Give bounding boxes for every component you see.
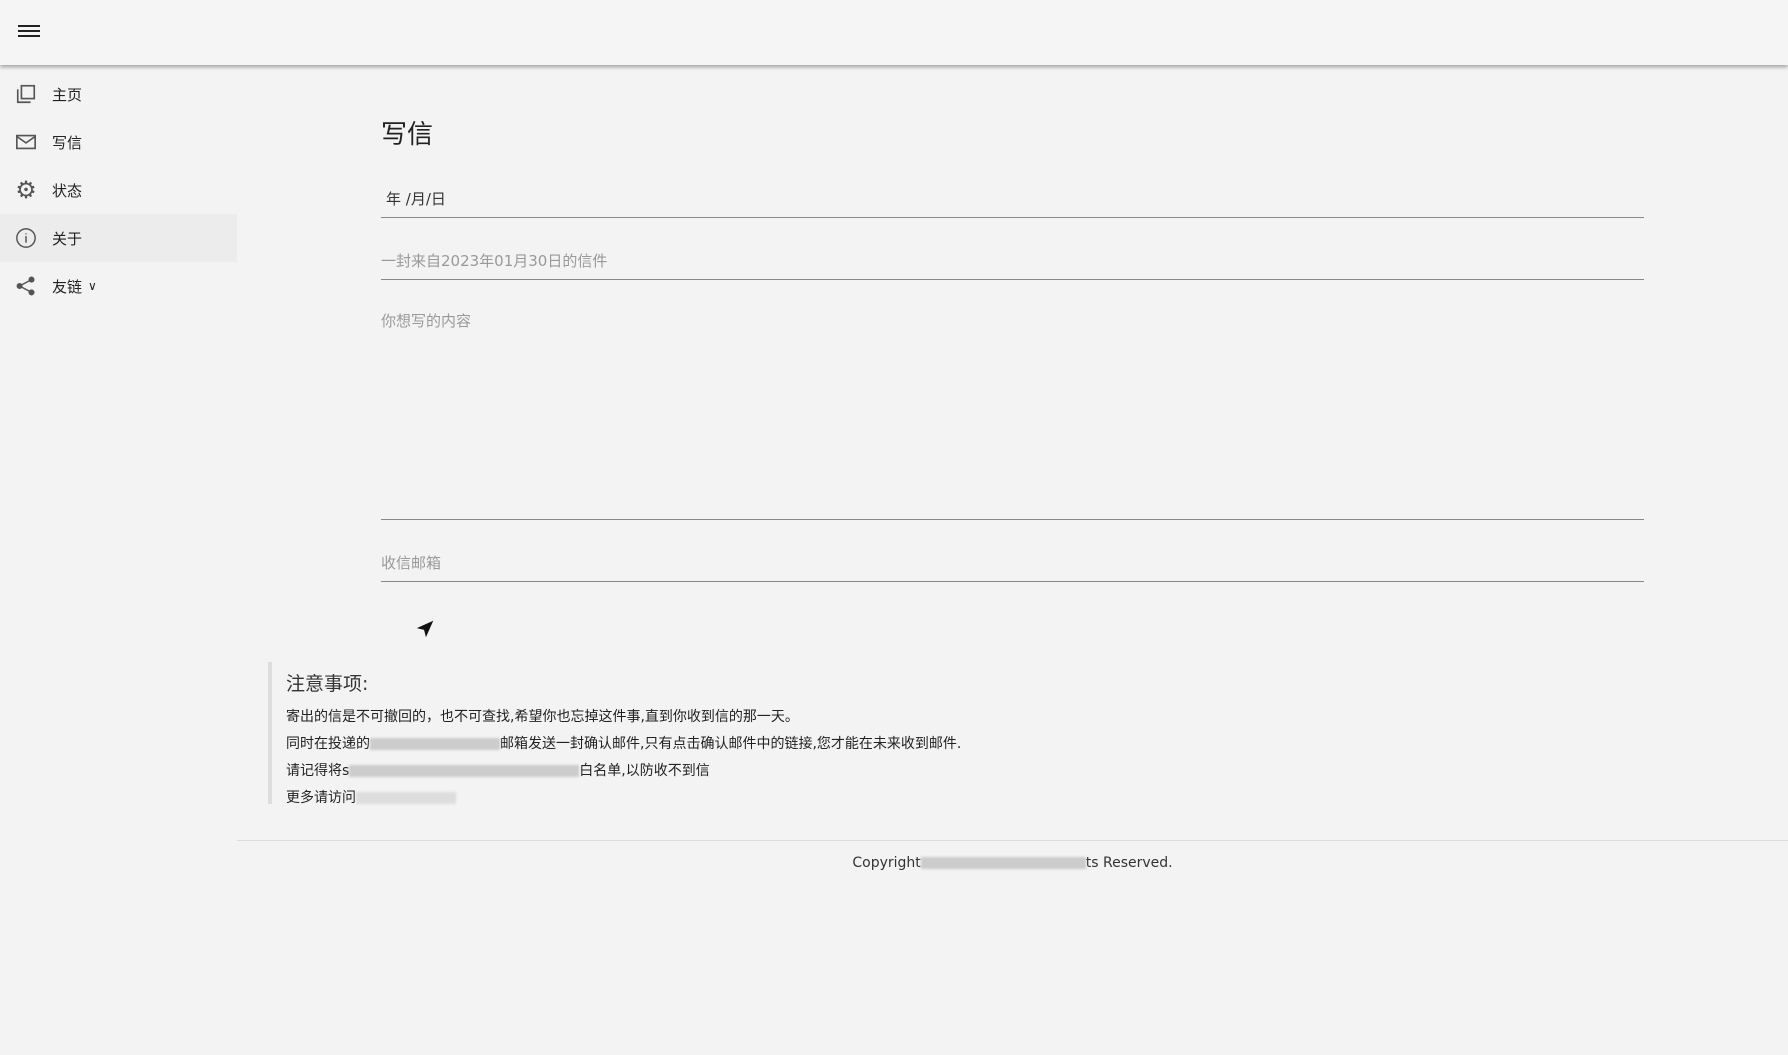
notice-heading: 注意事项: (286, 673, 369, 695)
notice-line: 同时在投递的 邮箱发送一封确认邮件,只有点击确认邮件中的链接,您才能在未来收到邮件… (286, 731, 961, 758)
notice-line: 请记得将s 白名单,以防收不到信 (286, 758, 961, 785)
mail-icon (14, 130, 38, 154)
copyright-text: Copyright (852, 855, 921, 871)
redacted-text (349, 765, 580, 777)
copy-icon (14, 82, 38, 106)
notice-text: 请记得将s (286, 763, 350, 779)
notice-line: 寄出的信是不可撤回的，也不可查找,希望你也忘掉这件事,直到你收到信的那一天。 (286, 709, 799, 725)
copyright-text-end: ts Reserved. (1085, 855, 1173, 871)
notice-text: 更多请访问 (286, 790, 356, 806)
sidebar-item-status[interactable]: ⚙ 状态 (0, 166, 237, 214)
sidebar-item-label: 关于 (52, 229, 83, 248)
share-icon (14, 274, 38, 298)
info-icon (14, 226, 38, 250)
notice-text: 同时在投递的 (286, 736, 370, 752)
gear-icon: ⚙ (15, 176, 37, 204)
sidebar-item-label: 主页 (52, 85, 83, 104)
sidebar-item-about[interactable]: 关于 (0, 214, 237, 262)
redacted-link[interactable] (356, 792, 456, 804)
chevron-down-icon: ∨ (88, 279, 97, 293)
sidebar-item-label: 友链 (52, 277, 83, 296)
menu-icon[interactable] (18, 22, 40, 40)
notice-text: 邮箱发送一封确认邮件,只有点击确认邮件中的链接,您才能在未来收到邮件. (500, 736, 962, 752)
redacted-text (920, 857, 1086, 869)
sidebar: 主页 写信 ⚙ 状态 关于 友链 ∨ (0, 70, 237, 310)
sidebar-item-links[interactable]: 友链 ∨ (0, 262, 237, 310)
email-input[interactable]: 收信邮箱 (381, 552, 1644, 582)
notice-line: 更多请访问 (286, 785, 961, 812)
sidebar-item-home[interactable]: 主页 (0, 70, 237, 118)
sidebar-item-label: 写信 (52, 133, 83, 152)
content-textarea[interactable]: 你想写的内容 (381, 310, 1644, 520)
page-title: 写信 (381, 120, 434, 150)
sidebar-item-write[interactable]: 写信 (0, 118, 237, 166)
top-app-bar (0, 0, 1788, 65)
subject-input[interactable]: 一封来自2023年01月30日的信件 (381, 250, 1644, 280)
notice-text: 白名单,以防收不到信 (579, 763, 710, 779)
notice-block: 注意事项: 寄出的信是不可撤回的，也不可查找,希望你也忘掉这件事,直到你收到信的… (268, 662, 961, 806)
sidebar-item-label: 状态 (52, 181, 83, 200)
date-input[interactable]: 年 /月/日 (381, 188, 1644, 218)
redacted-text (370, 738, 500, 750)
footer: Copyright ts Reserved. (237, 840, 1788, 871)
send-button[interactable] (414, 618, 436, 644)
send-icon (416, 620, 434, 638)
